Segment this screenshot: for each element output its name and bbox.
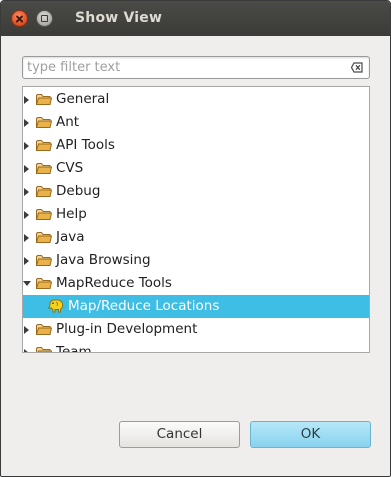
expand-arrow-icon[interactable] <box>24 211 29 219</box>
tree-item-general[interactable]: General <box>23 88 369 111</box>
folder-icon <box>36 209 52 220</box>
folder-icon <box>36 117 52 128</box>
tree-item-label: General <box>56 91 110 107</box>
folder-icon <box>36 255 52 266</box>
folder-icon <box>36 94 52 105</box>
maximize-icon[interactable] <box>36 10 53 27</box>
expand-arrow-icon[interactable] <box>24 188 29 196</box>
clear-text-icon[interactable] <box>351 62 363 73</box>
view-tree[interactable]: General Ant API Tools CVS Debug Help Jav… <box>22 86 370 353</box>
folder-icon <box>36 347 52 352</box>
tree-item-label: Team <box>56 344 92 353</box>
tree-item-team[interactable]: Team <box>23 341 369 353</box>
folder-icon <box>36 232 52 243</box>
folder-icon <box>36 163 52 174</box>
tree-item-plug-in-development[interactable]: Plug-in Development <box>23 318 369 341</box>
tree-item-label: Java Browsing <box>56 252 151 268</box>
tree-item-cvs[interactable]: CVS <box>23 157 369 180</box>
folder-icon <box>36 140 52 151</box>
folder-icon <box>36 186 52 197</box>
title-bar[interactable]: Show View <box>1 1 390 36</box>
tree-item-mapreduce-tools[interactable]: MapReduce Tools <box>23 272 369 295</box>
folder-icon <box>36 324 52 335</box>
tree-item-label: Java <box>56 229 85 245</box>
expand-arrow-icon[interactable] <box>24 234 29 242</box>
tree-item-label: Help <box>56 206 87 222</box>
expand-arrow-icon[interactable] <box>24 142 29 150</box>
window-title: Show View <box>75 10 163 26</box>
expand-arrow-icon[interactable] <box>24 119 29 127</box>
tree-item-java[interactable]: Java <box>23 226 369 249</box>
close-icon[interactable] <box>11 10 28 27</box>
tree-item-java-browsing[interactable]: Java Browsing <box>23 249 369 272</box>
expand-arrow-icon[interactable] <box>24 165 29 173</box>
filter-field[interactable] <box>22 56 370 79</box>
tree-item-debug[interactable]: Debug <box>23 180 369 203</box>
tree-item-label: Plug-in Development <box>56 321 198 337</box>
collapse-arrow-icon[interactable] <box>23 281 31 286</box>
tree-item-map-reduce-locations[interactable]: Map/Reduce Locations <box>23 295 369 318</box>
hadoop-elephant-icon <box>47 299 64 313</box>
show-view-dialog: Show View General Ant API Tools CVS <box>0 0 391 477</box>
filter-input[interactable] <box>27 58 347 77</box>
cancel-button[interactable]: Cancel <box>119 421 240 448</box>
tree-item-label: Map/Reduce Locations <box>68 298 220 314</box>
expand-arrow-icon[interactable] <box>24 326 29 334</box>
tree-item-label: MapReduce Tools <box>56 275 172 291</box>
tree-item-ant[interactable]: Ant <box>23 111 369 134</box>
expand-arrow-icon[interactable] <box>24 96 29 104</box>
tree-item-label: Debug <box>56 183 101 199</box>
expand-arrow-icon[interactable] <box>24 257 29 265</box>
tree-item-api-tools[interactable]: API Tools <box>23 134 369 157</box>
ok-button[interactable]: OK <box>250 421 371 448</box>
folder-icon <box>36 278 52 289</box>
tree-item-help[interactable]: Help <box>23 203 369 226</box>
expand-arrow-icon[interactable] <box>24 349 29 352</box>
tree-item-label: Ant <box>56 114 80 130</box>
tree-item-label: CVS <box>56 160 84 176</box>
tree-item-label: API Tools <box>56 137 115 153</box>
